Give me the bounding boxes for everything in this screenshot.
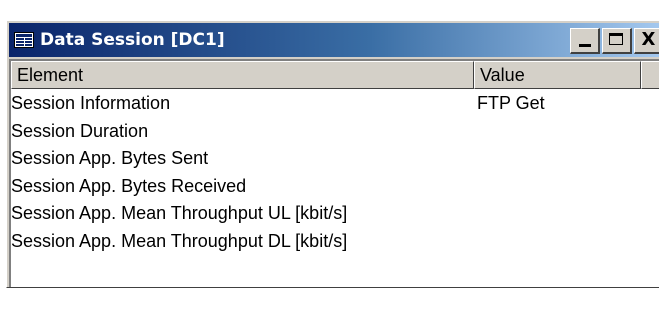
window-controls: X — [568, 28, 659, 54]
column-header-value[interactable]: Value — [474, 61, 641, 89]
row-element: Session App. Bytes Sent — [11, 148, 209, 168]
table-row[interactable]: Session Duration — [11, 118, 659, 146]
table-row[interactable]: Session App. Bytes Received — [11, 173, 659, 201]
close-button[interactable]: X — [634, 28, 659, 54]
row-element: Session App. Bytes Received — [11, 175, 247, 196]
column-header-filler — [641, 61, 659, 89]
column-header-element[interactable]: Element — [11, 61, 474, 89]
table-row[interactable]: Session Information FTP Get — [11, 90, 659, 118]
table-row[interactable]: Session App. Mean Throughput DL [kbit/s] — [11, 228, 659, 256]
row-value — [474, 118, 641, 146]
row-element: Session Duration — [11, 120, 149, 141]
table-row[interactable]: Session App. Mean Throughput UL [kbit/s] — [11, 200, 659, 228]
maximize-button[interactable] — [602, 28, 632, 54]
title-bar[interactable]: Data Session [DC1] X — [9, 23, 659, 57]
row-value: FTP Get — [477, 93, 545, 113]
table-row[interactable]: Session App. Bytes Sent — [11, 145, 659, 173]
row-value — [474, 145, 641, 173]
minimize-button[interactable] — [570, 28, 600, 54]
table-window-icon — [14, 32, 34, 48]
list-header: Element Value — [11, 61, 659, 89]
row-element: Session App. Mean Throughput DL [kbit/s] — [11, 230, 348, 251]
row-value — [474, 173, 641, 201]
row-value — [474, 200, 641, 228]
window-title: Data Session [DC1] — [40, 30, 225, 50]
list-rows: Session Information FTP Get Session Dura… — [11, 89, 659, 255]
row-element: Session Information — [11, 93, 171, 113]
session-list-view[interactable]: Element Value Session Information FTP Ge… — [9, 59, 659, 287]
row-element: Session App. Mean Throughput UL [kbit/s] — [11, 203, 348, 223]
data-session-window: Data Session [DC1] X Element Value Sessi… — [6, 20, 659, 288]
row-value — [474, 228, 641, 256]
